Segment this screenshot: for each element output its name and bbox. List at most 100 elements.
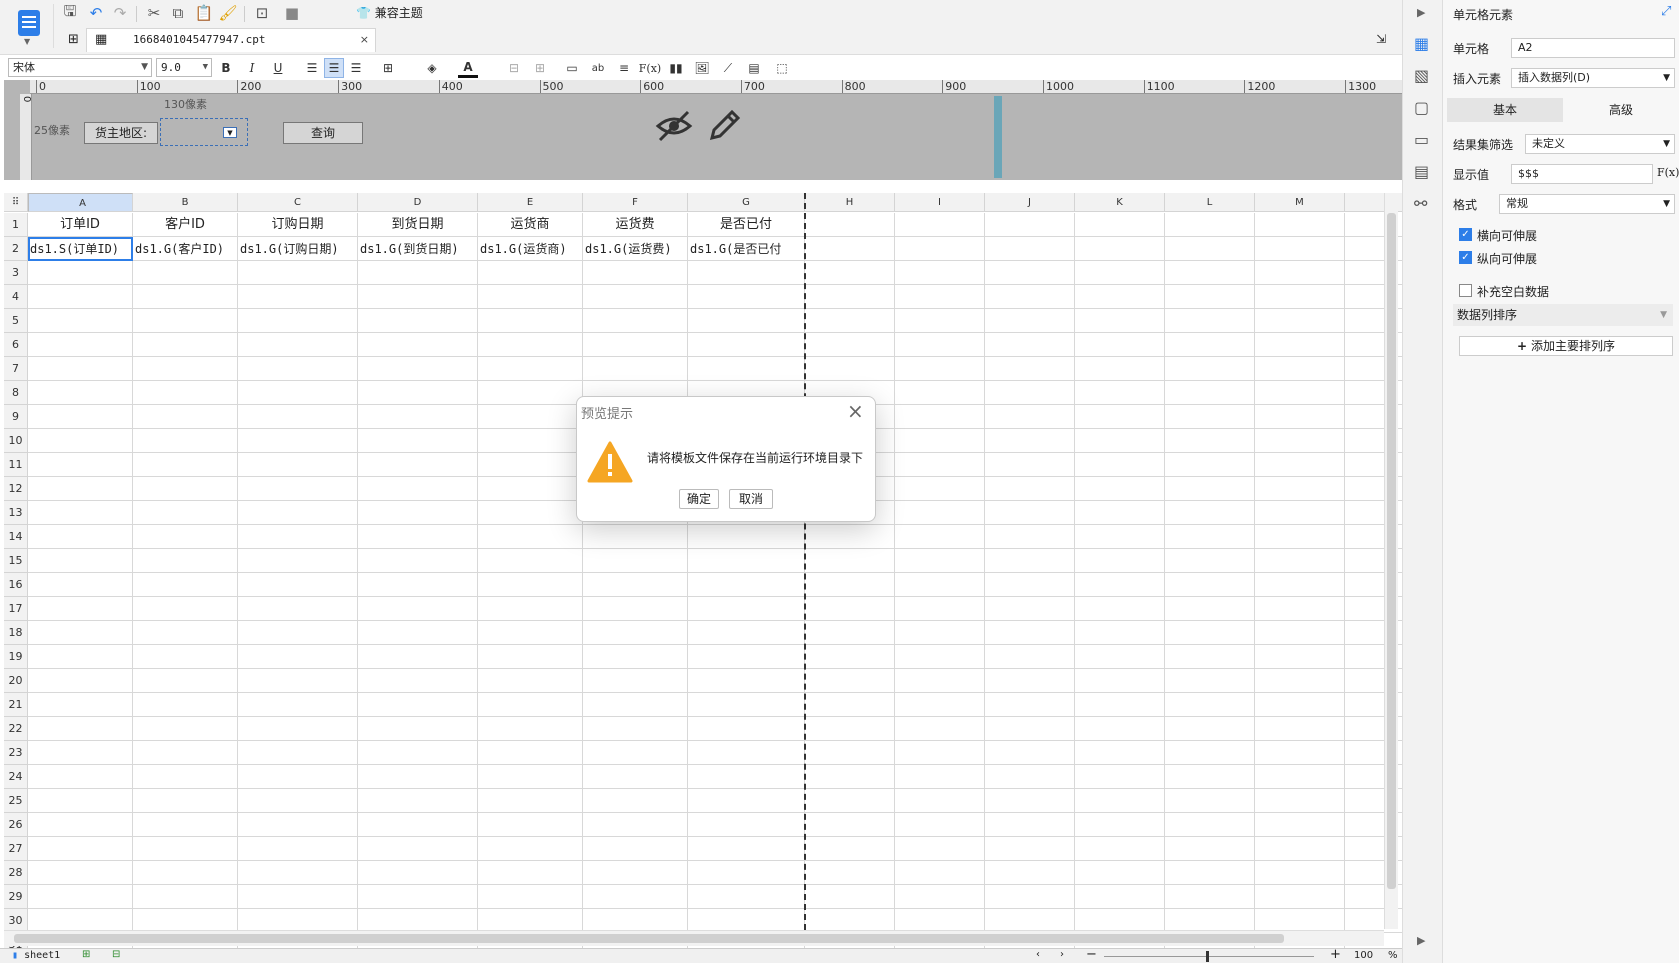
cut-icon[interactable]: ✂ bbox=[142, 2, 166, 24]
sheet-cell[interactable] bbox=[805, 549, 895, 573]
column-header[interactable]: I bbox=[895, 193, 985, 212]
sheet-cell[interactable] bbox=[805, 717, 895, 741]
sheet-cell[interactable] bbox=[358, 693, 478, 717]
sheet-cell[interactable] bbox=[688, 765, 805, 789]
sheet-cell[interactable] bbox=[985, 213, 1075, 237]
sheet-cell[interactable] bbox=[238, 837, 358, 861]
column-header[interactable]: M bbox=[1255, 193, 1345, 212]
sheet-cell[interactable] bbox=[1255, 837, 1345, 861]
sheet-cell[interactable] bbox=[985, 477, 1075, 501]
sheet-cell[interactable] bbox=[358, 405, 478, 429]
sheet-cell[interactable] bbox=[1075, 885, 1165, 909]
slash-icon[interactable]: ⟋ bbox=[718, 58, 738, 78]
sheet-cell[interactable] bbox=[133, 501, 238, 525]
sheet-cell[interactable] bbox=[28, 285, 133, 309]
sheet-cell[interactable] bbox=[28, 501, 133, 525]
sheet-cell[interactable] bbox=[133, 597, 238, 621]
sheet-cell[interactable] bbox=[688, 285, 805, 309]
sheet-cell[interactable] bbox=[238, 789, 358, 813]
sheet-cell[interactable] bbox=[583, 357, 688, 381]
sheet-cell[interactable] bbox=[1255, 285, 1345, 309]
sheet-cell[interactable] bbox=[1165, 357, 1255, 381]
sheet-cell[interactable] bbox=[985, 597, 1075, 621]
sheet-cell[interactable] bbox=[688, 885, 805, 909]
sheet-cell[interactable] bbox=[688, 741, 805, 765]
sheet-cell[interactable] bbox=[895, 453, 985, 477]
sheet-cell[interactable] bbox=[1255, 309, 1345, 333]
sheet-cell[interactable] bbox=[358, 525, 478, 549]
filter-select[interactable]: 未定义 ▼ bbox=[1525, 134, 1675, 154]
sheet-cell[interactable] bbox=[1075, 213, 1165, 237]
tab-basic[interactable]: 基本 bbox=[1447, 98, 1563, 122]
sheet-cell[interactable] bbox=[478, 477, 583, 501]
prev-page-icon[interactable]: ‹ bbox=[1036, 949, 1040, 960]
sheet-cell[interactable] bbox=[688, 645, 805, 669]
sheet-cell[interactable] bbox=[478, 549, 583, 573]
sheet-cell[interactable] bbox=[1165, 381, 1255, 405]
header-cell[interactable]: 到货日期 bbox=[358, 213, 478, 237]
sheet-cell[interactable] bbox=[985, 837, 1075, 861]
merge-icon[interactable]: ⊟ bbox=[504, 58, 524, 78]
sheet-cell[interactable] bbox=[1255, 333, 1345, 357]
sheet-cell[interactable] bbox=[133, 525, 238, 549]
sheet-cell[interactable] bbox=[133, 765, 238, 789]
sheet-cell[interactable] bbox=[478, 837, 583, 861]
bold-icon[interactable]: B bbox=[216, 58, 236, 78]
zoom-slider-handle[interactable] bbox=[1206, 951, 1209, 962]
sheet-cell[interactable] bbox=[895, 885, 985, 909]
sheet-cell[interactable] bbox=[358, 669, 478, 693]
sheet-cell[interactable] bbox=[985, 285, 1075, 309]
sheet-cell[interactable] bbox=[1165, 573, 1255, 597]
sheet-cell[interactable] bbox=[583, 789, 688, 813]
hscroll-thumb[interactable] bbox=[14, 934, 1284, 943]
sheet-cell[interactable] bbox=[28, 429, 133, 453]
sheet-cell[interactable] bbox=[895, 669, 985, 693]
header-cell[interactable]: 订单ID bbox=[28, 213, 133, 237]
row-header[interactable]: 26 bbox=[4, 813, 28, 837]
column-header[interactable]: E bbox=[478, 193, 583, 212]
sheet-cell[interactable] bbox=[358, 309, 478, 333]
sheet-cell[interactable] bbox=[805, 285, 895, 309]
sheet-cell[interactable] bbox=[478, 261, 583, 285]
copy-icon[interactable]: ⧉ bbox=[166, 2, 190, 24]
insert-row-icon[interactable]: ▭ bbox=[562, 58, 582, 78]
sheet-cell[interactable] bbox=[1255, 549, 1345, 573]
formula-cell[interactable]: ds1.S(订单ID) bbox=[28, 237, 133, 261]
horizontal-scrollbar[interactable] bbox=[4, 930, 1384, 946]
page-boundary-marker[interactable] bbox=[994, 96, 1002, 178]
sheet-cell[interactable] bbox=[1255, 621, 1345, 645]
sheet-cell[interactable] bbox=[985, 669, 1075, 693]
sheet-cell[interactable] bbox=[1075, 765, 1165, 789]
sheet-cell[interactable] bbox=[805, 357, 895, 381]
sheet-cell[interactable] bbox=[583, 717, 688, 741]
sheet-cell[interactable] bbox=[238, 261, 358, 285]
template-icon[interactable]: ■ bbox=[280, 2, 304, 24]
sheet-cell[interactable] bbox=[985, 261, 1075, 285]
sheet-cell[interactable] bbox=[1165, 741, 1255, 765]
sheet-cell[interactable] bbox=[1165, 261, 1255, 285]
row-header[interactable]: 5 bbox=[4, 309, 28, 333]
font-size-select[interactable]: 9.0 ▼ bbox=[156, 58, 212, 77]
row-header[interactable]: 14 bbox=[4, 525, 28, 549]
next-page-icon[interactable]: › bbox=[1060, 949, 1064, 960]
sheet-cell[interactable] bbox=[28, 549, 133, 573]
sheet-cell[interactable] bbox=[583, 549, 688, 573]
align-center-icon[interactable]: ☰ bbox=[324, 58, 344, 78]
save-icon[interactable]: 🖫 bbox=[58, 2, 82, 24]
sheet-cell[interactable] bbox=[1255, 669, 1345, 693]
sheet-cell[interactable] bbox=[1165, 765, 1255, 789]
row-header[interactable]: 12 bbox=[4, 477, 28, 501]
sheet-cell[interactable] bbox=[805, 333, 895, 357]
sheet-cell[interactable] bbox=[238, 717, 358, 741]
sheet-cell[interactable] bbox=[478, 405, 583, 429]
formula-cell[interactable]: ds1.G(订购日期) bbox=[238, 237, 358, 261]
sheet-cell[interactable] bbox=[1075, 645, 1165, 669]
sheet-cell[interactable] bbox=[1165, 813, 1255, 837]
sheet-cell[interactable] bbox=[133, 405, 238, 429]
sheet-cell[interactable] bbox=[1255, 645, 1345, 669]
sheet-cell[interactable] bbox=[985, 381, 1075, 405]
sheet-cell[interactable] bbox=[1075, 717, 1165, 741]
sheet-cell[interactable] bbox=[985, 501, 1075, 525]
sheet-cell[interactable] bbox=[688, 333, 805, 357]
sheet-cell[interactable] bbox=[238, 885, 358, 909]
